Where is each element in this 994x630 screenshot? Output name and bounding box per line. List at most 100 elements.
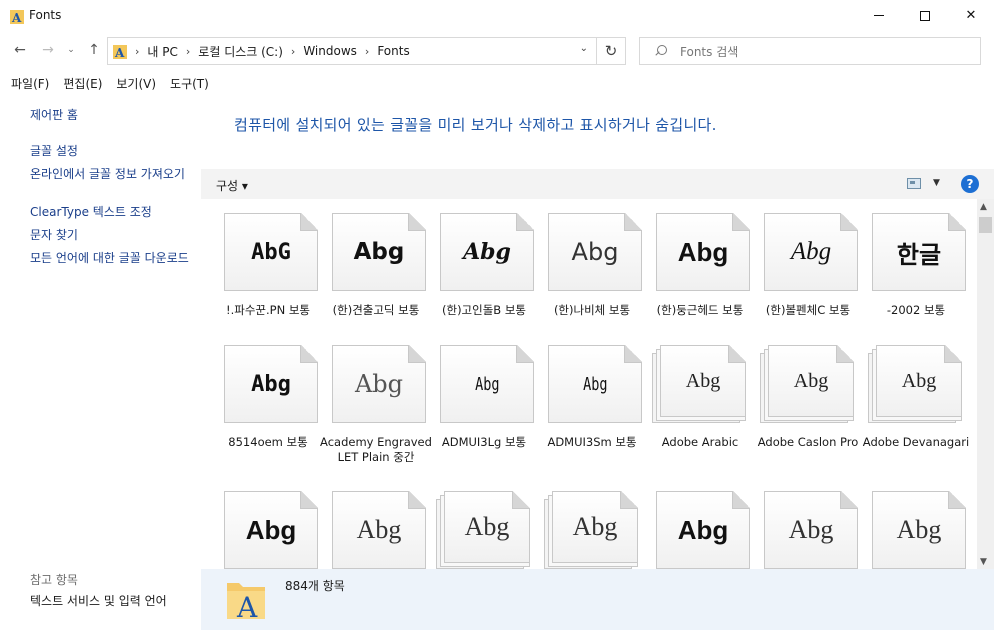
- fonts-folder-large-icon: A: [227, 583, 265, 621]
- menu-edit[interactable]: 편집(E): [63, 75, 102, 92]
- font-file-icon: Abg: [328, 345, 426, 425]
- link-control-panel-home[interactable]: 제어판 홈: [30, 108, 194, 122]
- font-sample-glyphs: Abg: [464, 512, 510, 541]
- vertical-scrollbar[interactable]: ▲ ▼: [977, 199, 994, 569]
- up-button[interactable]: ↑: [84, 40, 104, 60]
- link-font-settings[interactable]: 글꼴 설정: [30, 144, 194, 158]
- see-also-title: 참고 항목: [30, 573, 78, 587]
- menu-file[interactable]: 파일(F): [11, 75, 49, 92]
- view-options-icon[interactable]: [907, 178, 921, 189]
- font-sample-glyphs: Abg: [901, 369, 937, 392]
- link-find-character[interactable]: 문자 찾기: [30, 228, 194, 242]
- font-sample-glyphs: Abg: [790, 238, 832, 265]
- scroll-up-icon[interactable]: ▲: [980, 202, 987, 212]
- font-sample-text: Abg: [764, 213, 858, 291]
- font-file-icon: Abg: [544, 345, 642, 425]
- breadcrumb-separator: ›: [185, 44, 191, 58]
- menu-tools[interactable]: 도구(T): [170, 75, 209, 92]
- font-sample-glyphs: Abg: [793, 369, 829, 392]
- command-toolbar: 구성 ▾ ▼ ?: [201, 169, 994, 199]
- font-name-label: -2002 보통: [886, 303, 946, 317]
- breadcrumb-fonts[interactable]: Fonts: [377, 44, 409, 58]
- arrow-right-icon: →: [42, 42, 54, 58]
- font-file-icon: Abg: [220, 345, 318, 425]
- font-sample-glyphs: Abg: [474, 373, 500, 395]
- search-input[interactable]: Fonts 검색: [639, 37, 981, 65]
- maximize-button[interactable]: [902, 0, 948, 31]
- maximize-icon: [920, 10, 930, 21]
- breadcrumb-windows[interactable]: Windows: [303, 44, 357, 58]
- organize-label: 구성: [216, 179, 239, 193]
- font-sample-glyphs: Abg: [572, 512, 618, 541]
- recent-locations-button[interactable]: ⌄: [64, 40, 78, 60]
- breadcrumb-this-pc[interactable]: 내 PC: [147, 43, 177, 60]
- link-adjust-cleartype[interactable]: ClearType 텍스트 조정: [30, 205, 194, 219]
- address-bar[interactable]: A › 내 PC › 로컬 디스크 (C:) › Windows › Fonts…: [107, 37, 597, 65]
- refresh-icon: ↻: [604, 42, 618, 60]
- font-sample-glyphs: Abg: [582, 373, 608, 395]
- link-get-font-info-online[interactable]: 온라인에서 글꼴 정보 가져오기: [30, 167, 194, 181]
- font-sample-glyphs: Abg: [571, 238, 619, 266]
- address-dropdown-icon[interactable]: ⌄: [580, 43, 588, 54]
- font-grid: AbG !.파수꾼.PN 보통 Abg (한)견출고딕 보통 Abg (한)고인돌B 보통…: [201, 199, 977, 569]
- font-file-icon: Abg: [760, 491, 858, 569]
- window-title: Fonts: [29, 8, 62, 22]
- close-button[interactable]: ✕: [948, 0, 994, 31]
- svg-text:A: A: [11, 11, 22, 24]
- font-file-icon: Abg: [436, 213, 534, 293]
- font-file-icon: AbG: [220, 213, 318, 293]
- font-sample-text: Abg: [444, 491, 530, 563]
- font-file-icon: Abg: [652, 491, 750, 569]
- help-icon[interactable]: ?: [961, 175, 979, 193]
- font-sample-glyphs: Abg: [463, 239, 511, 265]
- scroll-thumb[interactable]: [979, 217, 992, 233]
- details-pane: A 884개 항목: [201, 569, 994, 630]
- arrow-left-icon: ←: [14, 42, 26, 58]
- font-sample-text: 한글: [872, 213, 966, 291]
- font-family-icon: Abg: [868, 345, 964, 425]
- help-label: ?: [966, 177, 974, 191]
- font-file-icon: Abg: [544, 213, 642, 293]
- font-name-label: Adobe Devanagari: [862, 435, 970, 449]
- font-sample-glyphs: AbG: [251, 239, 291, 265]
- font-family-icon: Abg: [544, 491, 640, 569]
- view-dropdown-icon[interactable]: ▼: [933, 178, 940, 188]
- page-heading: 컴퓨터에 설치되어 있는 글꼴을 미리 보거나 삭제하고 표시하거나 숨깁니다.: [234, 116, 717, 134]
- forward-button[interactable]: →: [38, 40, 58, 60]
- font-sample-text: Abg: [876, 345, 962, 417]
- close-icon: ✕: [965, 8, 977, 23]
- font-sample-text: Abg: [764, 491, 858, 569]
- font-sample-text: Abg: [656, 213, 750, 291]
- back-button[interactable]: ←: [10, 40, 30, 60]
- svg-text:A: A: [236, 591, 258, 621]
- font-sample-text: Abg: [872, 491, 966, 569]
- font-file-icon: Abg: [328, 213, 426, 293]
- breadcrumb-local-disk[interactable]: 로컬 디스크 (C:): [198, 43, 283, 60]
- font-sample-text: Abg: [440, 345, 534, 423]
- search-icon: [654, 45, 667, 57]
- refresh-button[interactable]: ↻: [596, 37, 626, 65]
- breadcrumb-separator: ›: [364, 44, 370, 58]
- scroll-down-icon[interactable]: ▼: [980, 557, 987, 567]
- font-sample-text: Abg: [768, 345, 854, 417]
- font-file-icon: Abg: [760, 213, 858, 293]
- minimize-icon: [874, 15, 884, 16]
- font-sample-text: Abg: [548, 345, 642, 423]
- arrow-up-icon: ↑: [88, 42, 100, 58]
- font-sample-text: Abg: [224, 491, 318, 569]
- fonts-folder-icon: A: [10, 10, 24, 24]
- font-family-icon: Abg: [760, 345, 856, 425]
- link-text-services[interactable]: 텍스트 서비스 및 입력 언어: [30, 594, 194, 608]
- menu-view[interactable]: 보기(V): [116, 75, 156, 92]
- font-sample-glyphs: Abg: [677, 236, 729, 267]
- link-download-fonts-all-languages[interactable]: 모든 언어에 대한 글꼴 다운로드: [30, 251, 194, 265]
- minimize-button[interactable]: [856, 0, 902, 31]
- font-sample-glyphs: Abg: [788, 515, 834, 544]
- fonts-folder-icon: A: [113, 45, 127, 59]
- search-placeholder: Fonts 검색: [680, 44, 739, 59]
- font-sample-glyphs: Abg: [677, 514, 729, 545]
- font-sample-glyphs: Abg: [245, 514, 297, 545]
- font-sample-text: Abg: [548, 213, 642, 291]
- font-file-icon: Abg: [652, 213, 750, 293]
- organize-button[interactable]: 구성 ▾: [216, 177, 248, 194]
